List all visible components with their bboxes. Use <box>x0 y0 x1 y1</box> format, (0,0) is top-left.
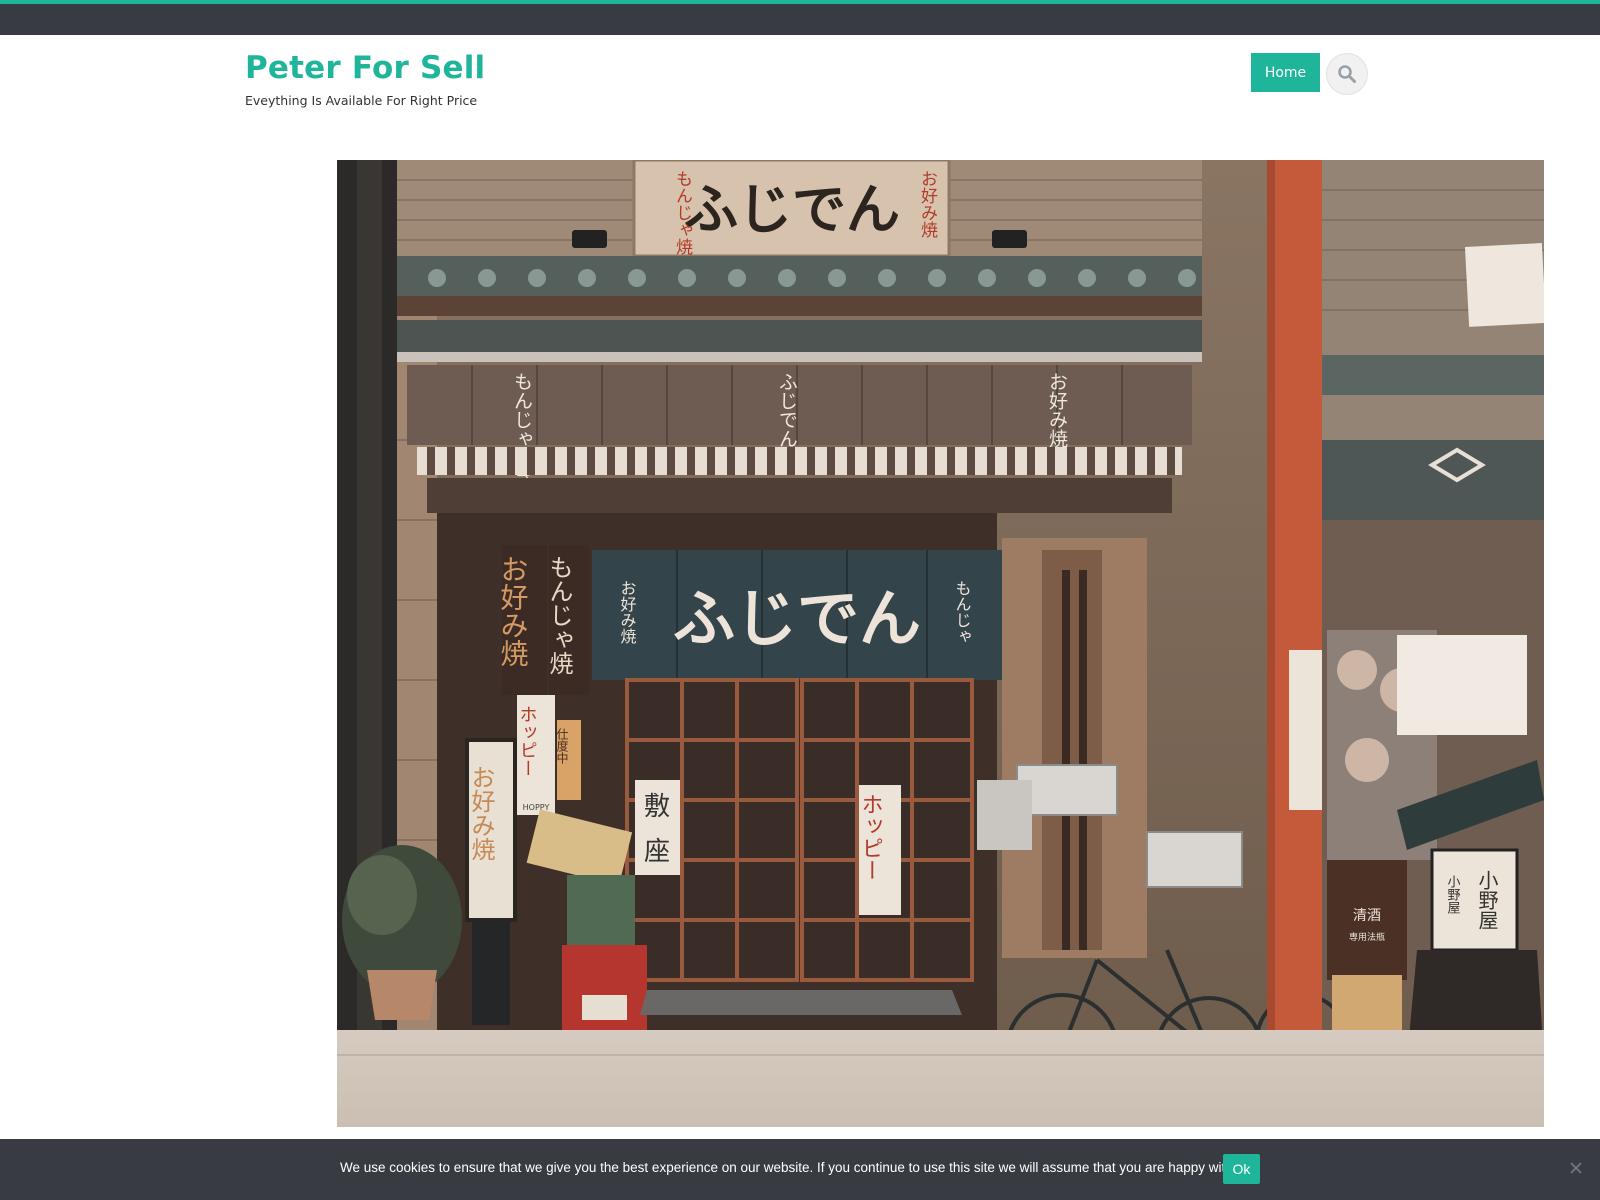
right-shop-sign-small: 小野屋 <box>1445 875 1461 915</box>
sake-sign: 清酒 <box>1353 908 1381 924</box>
awning-text-2: ふじでん <box>776 372 798 448</box>
cookie-message: We use cookies to ensure that we give yo… <box>340 1160 1247 1175</box>
vertical-sign-2: もんじゃ焼 <box>545 555 573 675</box>
open-sign: 仕度中 <box>555 728 569 764</box>
site-title[interactable]: Peter For Sell <box>245 50 485 86</box>
cookie-ok-button[interactable]: Ok <box>1223 1154 1260 1184</box>
hoppy-board: ホッピー <box>517 705 538 777</box>
lantern-text: お好み焼 <box>467 765 495 861</box>
vertical-sign-1: お好み焼 <box>497 555 530 667</box>
noren-main-text: ふじでん <box>673 582 921 655</box>
site-tagline: Eveything Is Available For Right Price <box>245 93 478 108</box>
nav-home-button[interactable]: Home <box>1251 53 1320 92</box>
cookie-close-button[interactable] <box>1566 1158 1586 1178</box>
sake-sub: 専用法瓶 <box>1349 931 1385 943</box>
top-sign-text: ふじでん <box>684 177 900 241</box>
door-sign-1: 敷 <box>644 792 670 822</box>
hoppy-brand: HOPPY <box>523 803 550 812</box>
top-sign-left-text: もんじゃ焼 <box>672 170 693 256</box>
right-shop-sign: 小野屋 <box>1475 870 1499 930</box>
door-hoppy-sign: ホッピー <box>858 793 883 881</box>
noren-right-text: もんじゃ <box>953 580 972 644</box>
close-icon <box>1570 1162 1582 1174</box>
storefront-illustration: ふじでん もんじゃ焼 お好み焼 もんじゃ焼き ふじでん お好み焼き お好み焼 も… <box>337 160 1544 1127</box>
search-button[interactable] <box>1326 53 1368 95</box>
storefront-photo: ふじでん もんじゃ焼 お好み焼 もんじゃ焼き ふじでん お好み焼き お好み焼 も… <box>337 160 1544 1127</box>
search-icon <box>1338 65 1356 83</box>
top-sign-right-text: お好み焼 <box>917 170 938 239</box>
noren-left-text: お好み焼 <box>618 580 637 645</box>
door-sign-2: 座 <box>644 837 670 867</box>
top-bar <box>0 0 1600 35</box>
